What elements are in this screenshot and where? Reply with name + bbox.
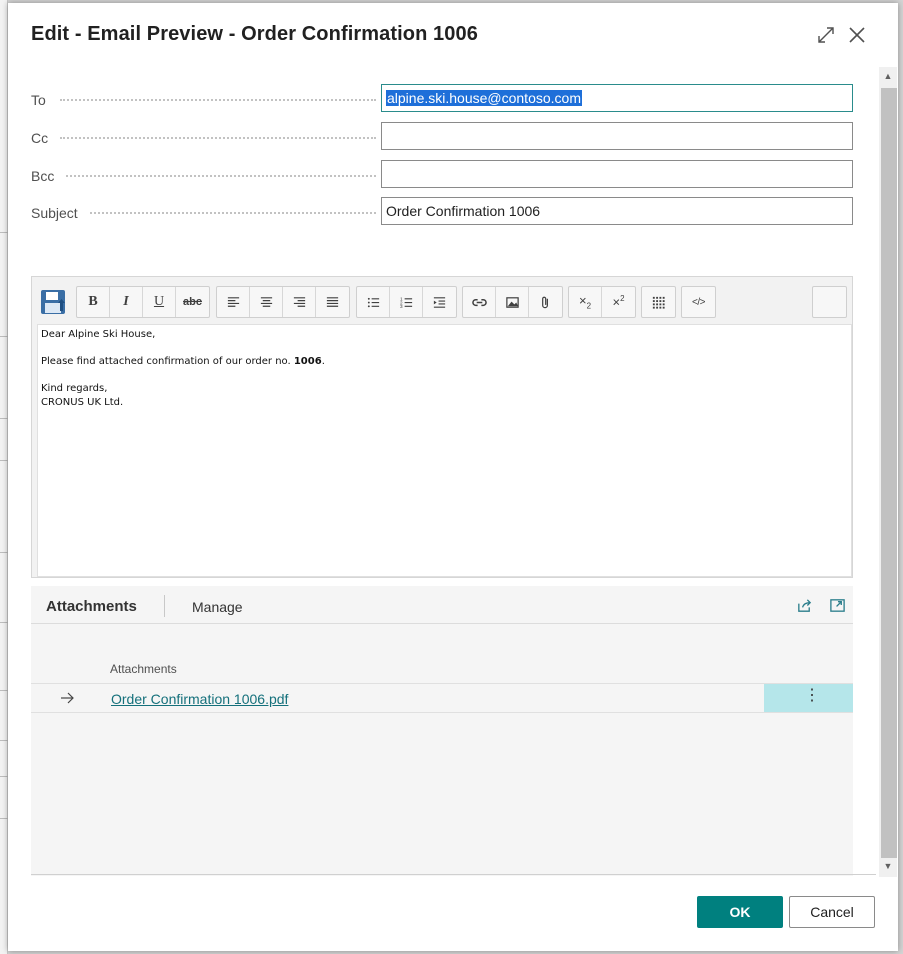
script-group: ×2 ×2 xyxy=(568,286,636,318)
image-icon[interactable] xyxy=(496,287,529,317)
cc-label: Cc xyxy=(31,130,49,146)
share-icon[interactable] xyxy=(796,597,813,614)
subscript-icon[interactable]: ×2 xyxy=(569,287,602,317)
row-actions-button[interactable]: ⋮ xyxy=(764,684,853,712)
bold-icon[interactable]: B xyxy=(77,287,110,317)
rich-text-editor: B I U abc 1 2 3 ×2 ×2 </> Dear Alpine Sk… xyxy=(31,276,853,578)
bulleted-list-icon[interactable] xyxy=(357,287,390,317)
scrollbar-thumb[interactable] xyxy=(881,88,897,858)
cc-leader-dots xyxy=(60,137,376,139)
attachments-header: Attachments Manage xyxy=(31,586,853,624)
scroll-up-arrow-icon[interactable]: ▲ xyxy=(879,67,897,85)
align-right-icon[interactable] xyxy=(283,287,316,317)
to-leader-dots xyxy=(60,99,376,101)
italic-icon[interactable]: I xyxy=(110,287,143,317)
insert-group xyxy=(462,286,563,318)
align-left-icon[interactable] xyxy=(217,287,250,317)
body-line1-suffix: . xyxy=(321,356,325,367)
attachments-column-header[interactable]: Attachments xyxy=(110,662,177,676)
cc-field[interactable] xyxy=(381,122,853,150)
header-divider xyxy=(164,595,165,617)
align-center-icon[interactable] xyxy=(250,287,283,317)
subject-field[interactable]: Order Confirmation 1006 xyxy=(381,197,853,225)
body-line1: Please find attached confirmation of our… xyxy=(41,355,848,369)
indent-icon[interactable] xyxy=(423,287,456,317)
table-row[interactable]: Order Confirmation 1006.pdf ⋮ xyxy=(31,683,853,713)
superscript-icon[interactable]: ×2 xyxy=(602,287,635,317)
justify-icon[interactable] xyxy=(316,287,349,317)
attachments-tab-title[interactable]: Attachments xyxy=(46,598,137,615)
manage-menu[interactable]: Manage xyxy=(192,599,243,615)
to-field[interactable]: alpine.ski.house@contoso.com xyxy=(381,84,853,112)
email-body-editor[interactable]: Dear Alpine Ski House, Please find attac… xyxy=(37,324,852,577)
open-in-new-icon[interactable] xyxy=(829,597,846,614)
strikethrough-icon[interactable]: abc xyxy=(176,287,209,317)
vertical-scrollbar[interactable]: ▲ ▼ xyxy=(879,67,897,877)
body-company: CRONUS UK Ltd. xyxy=(41,397,124,408)
underline-icon[interactable]: U xyxy=(143,287,176,317)
subject-leader-dots xyxy=(90,212,376,214)
scroll-down-arrow-icon[interactable]: ▼ xyxy=(879,857,897,875)
arrow-right-icon xyxy=(59,690,75,706)
email-preview-dialog: Edit - Email Preview - Order Confirmatio… xyxy=(8,3,898,951)
body-order-number: 1006 xyxy=(293,356,322,367)
bcc-label: Bcc xyxy=(31,168,55,184)
attachment-icon[interactable] xyxy=(529,287,562,317)
list-group: 123 xyxy=(356,286,457,318)
extra-toolbar-slot[interactable] xyxy=(812,286,847,318)
alignment-group xyxy=(216,286,350,318)
subject-label: Subject xyxy=(31,205,78,221)
to-field-value: alpine.ski.house@contoso.com xyxy=(386,90,582,106)
cancel-button[interactable]: Cancel xyxy=(789,896,875,928)
bcc-field[interactable] xyxy=(381,160,853,188)
to-label: To xyxy=(31,92,46,108)
bcc-leader-dots xyxy=(66,175,376,177)
close-icon[interactable] xyxy=(847,25,867,45)
source-group: </> xyxy=(681,286,716,318)
body-closing: Kind regards, xyxy=(41,383,108,394)
table-group xyxy=(641,286,676,318)
attachments-panel: Attachments Manage Attachments Order Con… xyxy=(31,586,853,876)
svg-text:3: 3 xyxy=(399,304,402,309)
attachment-file-link[interactable]: Order Confirmation 1006.pdf xyxy=(111,691,288,707)
numbered-list-icon[interactable]: 123 xyxy=(390,287,423,317)
background-page-edge xyxy=(0,0,8,954)
save-icon[interactable] xyxy=(35,286,71,318)
editor-toolbar: B I U abc 1 2 3 ×2 ×2 </> xyxy=(32,277,852,323)
format-group: B I U abc xyxy=(76,286,210,318)
subject-field-value: Order Confirmation 1006 xyxy=(386,203,541,219)
body-line1-prefix: Please find attached confirmation of our… xyxy=(41,356,294,367)
expand-icon[interactable] xyxy=(816,25,836,45)
body-greeting: Dear Alpine Ski House, xyxy=(41,329,156,340)
ok-button[interactable]: OK xyxy=(697,896,783,928)
html-source-icon[interactable]: </> xyxy=(682,287,715,317)
link-icon[interactable] xyxy=(463,287,496,317)
more-options-icon: ⋮ xyxy=(804,687,820,704)
dialog-title: Edit - Email Preview - Order Confirmatio… xyxy=(31,23,478,45)
table-icon[interactable] xyxy=(642,287,675,317)
footer-divider xyxy=(31,874,876,875)
